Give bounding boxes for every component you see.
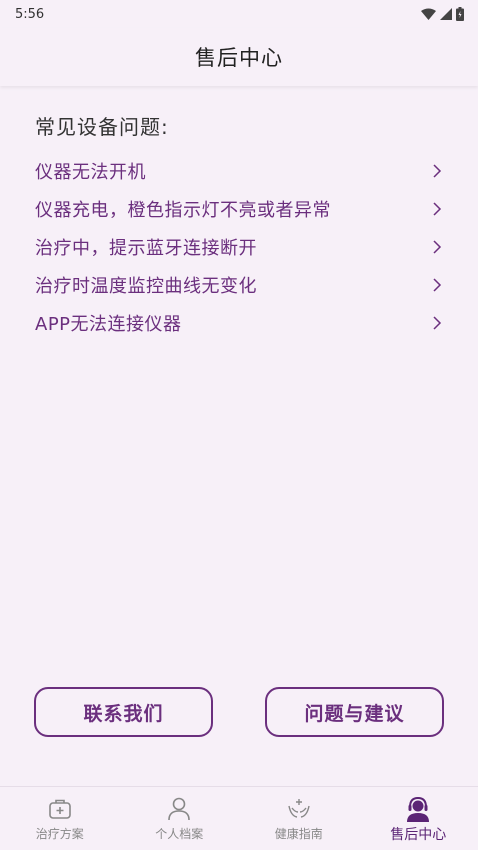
faq-item-temperature-curve[interactable]: 治疗时温度监控曲线无变化 <box>0 266 478 304</box>
faq-item-app-connect[interactable]: APP无法连接仪器 <box>0 304 478 342</box>
nav-label: 个人档案 <box>155 827 204 841</box>
nav-item-health-guide[interactable]: 健康指南 <box>239 787 359 850</box>
faq-item-bluetooth-disconnect[interactable]: 治疗中，提示蓝牙连接断开 <box>0 228 478 266</box>
wifi-icon <box>421 8 436 20</box>
contact-us-button[interactable]: 联系我们 <box>34 687 213 737</box>
faq-item-label: 治疗时温度监控曲线无变化 <box>35 276 257 297</box>
app-bar: 售后中心 <box>0 28 478 86</box>
signal-icon <box>440 8 452 20</box>
chevron-right-icon <box>433 240 442 254</box>
nav-item-after-sales[interactable]: 售后中心 <box>359 787 478 850</box>
customer-service-icon <box>407 796 430 822</box>
status-bar: 5:56 <box>0 0 478 28</box>
nav-item-treatment-plan[interactable]: 治疗方案 <box>0 787 120 850</box>
faq-item-label: 仪器无法开机 <box>35 162 146 183</box>
hands-care-icon <box>288 799 310 818</box>
nav-item-profile[interactable]: 个人档案 <box>120 787 240 850</box>
faq-list: 仪器无法开机 仪器充电，橙色指示灯不亮或者异常 治疗中，提示蓝牙连接断开 治疗时… <box>0 152 478 342</box>
nav-label: 健康指南 <box>274 827 323 841</box>
faq-item-charging-light[interactable]: 仪器充电，橙色指示灯不亮或者异常 <box>0 190 478 228</box>
chevron-right-icon <box>433 278 442 292</box>
person-icon <box>168 797 191 821</box>
nav-label: 售后中心 <box>390 827 447 843</box>
medical-kit-icon <box>48 799 71 819</box>
chevron-right-icon <box>433 164 442 178</box>
faq-item-label: APP无法连接仪器 <box>35 314 182 335</box>
battery-icon <box>456 7 464 21</box>
bottom-nav: 治疗方案 个人档案 健康指南 售后中心 <box>0 786 478 850</box>
nav-label: 治疗方案 <box>35 827 84 841</box>
faq-item-no-power[interactable]: 仪器无法开机 <box>0 152 478 190</box>
status-icons <box>421 7 464 21</box>
faq-item-label: 仪器充电，橙色指示灯不亮或者异常 <box>35 200 331 221</box>
chevron-right-icon <box>433 316 442 330</box>
faq-item-label: 治疗中，提示蓝牙连接断开 <box>35 238 257 259</box>
page-title: 售后中心 <box>195 46 283 70</box>
status-time: 5:56 <box>15 6 45 22</box>
chevron-right-icon <box>433 202 442 216</box>
faq-section-title: 常见设备问题: <box>35 115 169 139</box>
feedback-button[interactable]: 问题与建议 <box>265 687 444 737</box>
